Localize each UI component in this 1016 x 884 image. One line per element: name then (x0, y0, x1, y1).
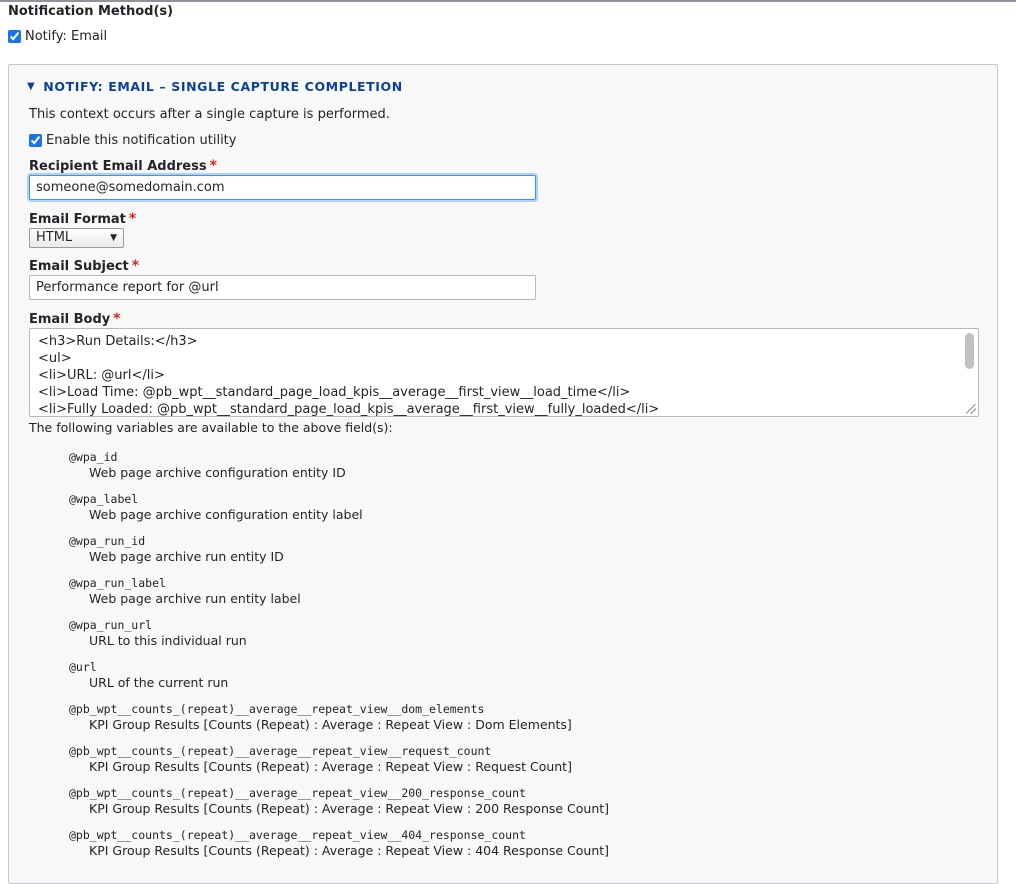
enable-utility-label: Enable this notification utility (46, 132, 237, 148)
variable-description: Web page archive configuration entity la… (89, 507, 363, 522)
variable-token: @wpa_label (69, 492, 139, 506)
body-line: <li>URL: @url</li> (38, 368, 165, 383)
variable-token: @pb_wpt__counts_(repeat)__average__repea… (69, 702, 485, 716)
variable-item: @wpa_label Web page archive configuratio… (69, 491, 609, 533)
enable-utility-checkbox[interactable] (29, 133, 42, 147)
body-line: <li>Load Time: @pb_wpt__standard_page_lo… (38, 385, 631, 400)
variable-description: URL to this individual run (89, 633, 247, 648)
triangle-down-icon: ▼ (27, 80, 36, 92)
email-body-textarea[interactable]: <h3>Run Details:</h3> <ul> <li>URL: @url… (29, 328, 979, 417)
body-line: <li>Fully Loaded: @pb_wpt__standard_page… (38, 402, 660, 417)
variable-item: @url URL of the current run (69, 659, 609, 701)
panel-summary-toggle[interactable]: ▼ Notify: Email – Single Capture Complet… (9, 65, 997, 107)
body-label: Email Body * (29, 311, 121, 328)
variable-token: @url (69, 660, 97, 674)
context-description: This context occurs after a single captu… (29, 107, 390, 122)
variable-item: @pb_wpt__counts_(repeat)__average__repea… (69, 701, 609, 743)
required-marker: * (131, 258, 140, 274)
recipient-email-input[interactable]: someone@somedomain.com (29, 175, 536, 200)
body-line: <h3>Run Details:</h3> (38, 334, 198, 349)
variable-item: @wpa_run_id Web page archive run entity … (69, 533, 609, 575)
notification-details-panel: ▼ Notify: Email – Single Capture Complet… (8, 64, 998, 884)
variable-item: @wpa_run_url URL to this individual run (69, 617, 609, 659)
variable-token: @pb_wpt__counts_(repeat)__average__repea… (69, 744, 492, 758)
resize-handle-icon[interactable] (966, 404, 976, 414)
variable-item: @wpa_id Web page archive configuration e… (69, 449, 609, 491)
subject-label-text: Email Subject (29, 259, 129, 274)
variable-token: @pb_wpt__counts_(repeat)__average__repea… (69, 828, 526, 842)
email-format-value: HTML (36, 230, 73, 245)
variables-intro: The following variables are available to… (29, 420, 393, 435)
variable-description: Web page archive run entity ID (89, 549, 284, 564)
notify-email-label: Notify: Email (25, 28, 108, 44)
recipient-label: Recipient Email Address * (29, 158, 217, 175)
textarea-scrollbar[interactable] (965, 333, 974, 369)
required-marker: * (113, 311, 121, 327)
variable-token: @wpa_run_url (69, 618, 153, 632)
variable-description: Web page archive configuration entity ID (89, 465, 346, 480)
variable-item: @pb_wpt__counts_(repeat)__average__repea… (69, 827, 609, 869)
email-format-select[interactable]: HTML ▼ (29, 228, 124, 248)
dropdown-arrow-icon: ▼ (110, 233, 117, 243)
variable-item: @wpa_run_label Web page archive run enti… (69, 575, 609, 617)
notify-email-option[interactable]: Notify: Email (8, 28, 107, 44)
required-marker: * (128, 211, 137, 227)
variable-description: Web page archive run entity label (89, 591, 301, 606)
variable-description: KPI Group Results [Counts (Repeat) : Ave… (89, 843, 610, 858)
body-line: <ul> (38, 351, 72, 366)
variable-token: @wpa_run_label (69, 576, 166, 590)
subject-label: Email Subject * (29, 258, 139, 275)
recipient-label-text: Recipient Email Address (29, 159, 207, 174)
variable-token: @wpa_run_id (69, 534, 146, 548)
top-border (0, 0, 1016, 2)
notification-methods-title: Notification Method(s) (8, 4, 174, 19)
email-subject-input[interactable]: Performance report for @url (29, 275, 536, 300)
format-label: Email Format * (29, 211, 136, 228)
panel-summary-label: Notify: Email – Single Capture Completio… (43, 78, 403, 94)
variable-description: KPI Group Results [Counts (Repeat) : Ave… (89, 801, 610, 816)
variable-token: @pb_wpt__counts_(repeat)__average__repea… (69, 786, 526, 800)
variable-description: URL of the current run (89, 675, 229, 690)
variables-list: @wpa_id Web page archive configuration e… (69, 449, 609, 869)
notify-email-checkbox[interactable] (8, 29, 21, 43)
required-marker: * (209, 158, 217, 174)
body-label-text: Email Body (29, 312, 111, 327)
variable-token: @wpa_id (69, 450, 118, 464)
format-label-text: Email Format (29, 212, 126, 227)
variable-item: @pb_wpt__counts_(repeat)__average__repea… (69, 743, 609, 785)
enable-utility-option[interactable]: Enable this notification utility (29, 132, 236, 148)
variable-description: KPI Group Results [Counts (Repeat) : Ave… (89, 717, 572, 732)
variable-description: KPI Group Results [Counts (Repeat) : Ave… (89, 759, 572, 774)
variable-item: @pb_wpt__counts_(repeat)__average__repea… (69, 785, 609, 827)
